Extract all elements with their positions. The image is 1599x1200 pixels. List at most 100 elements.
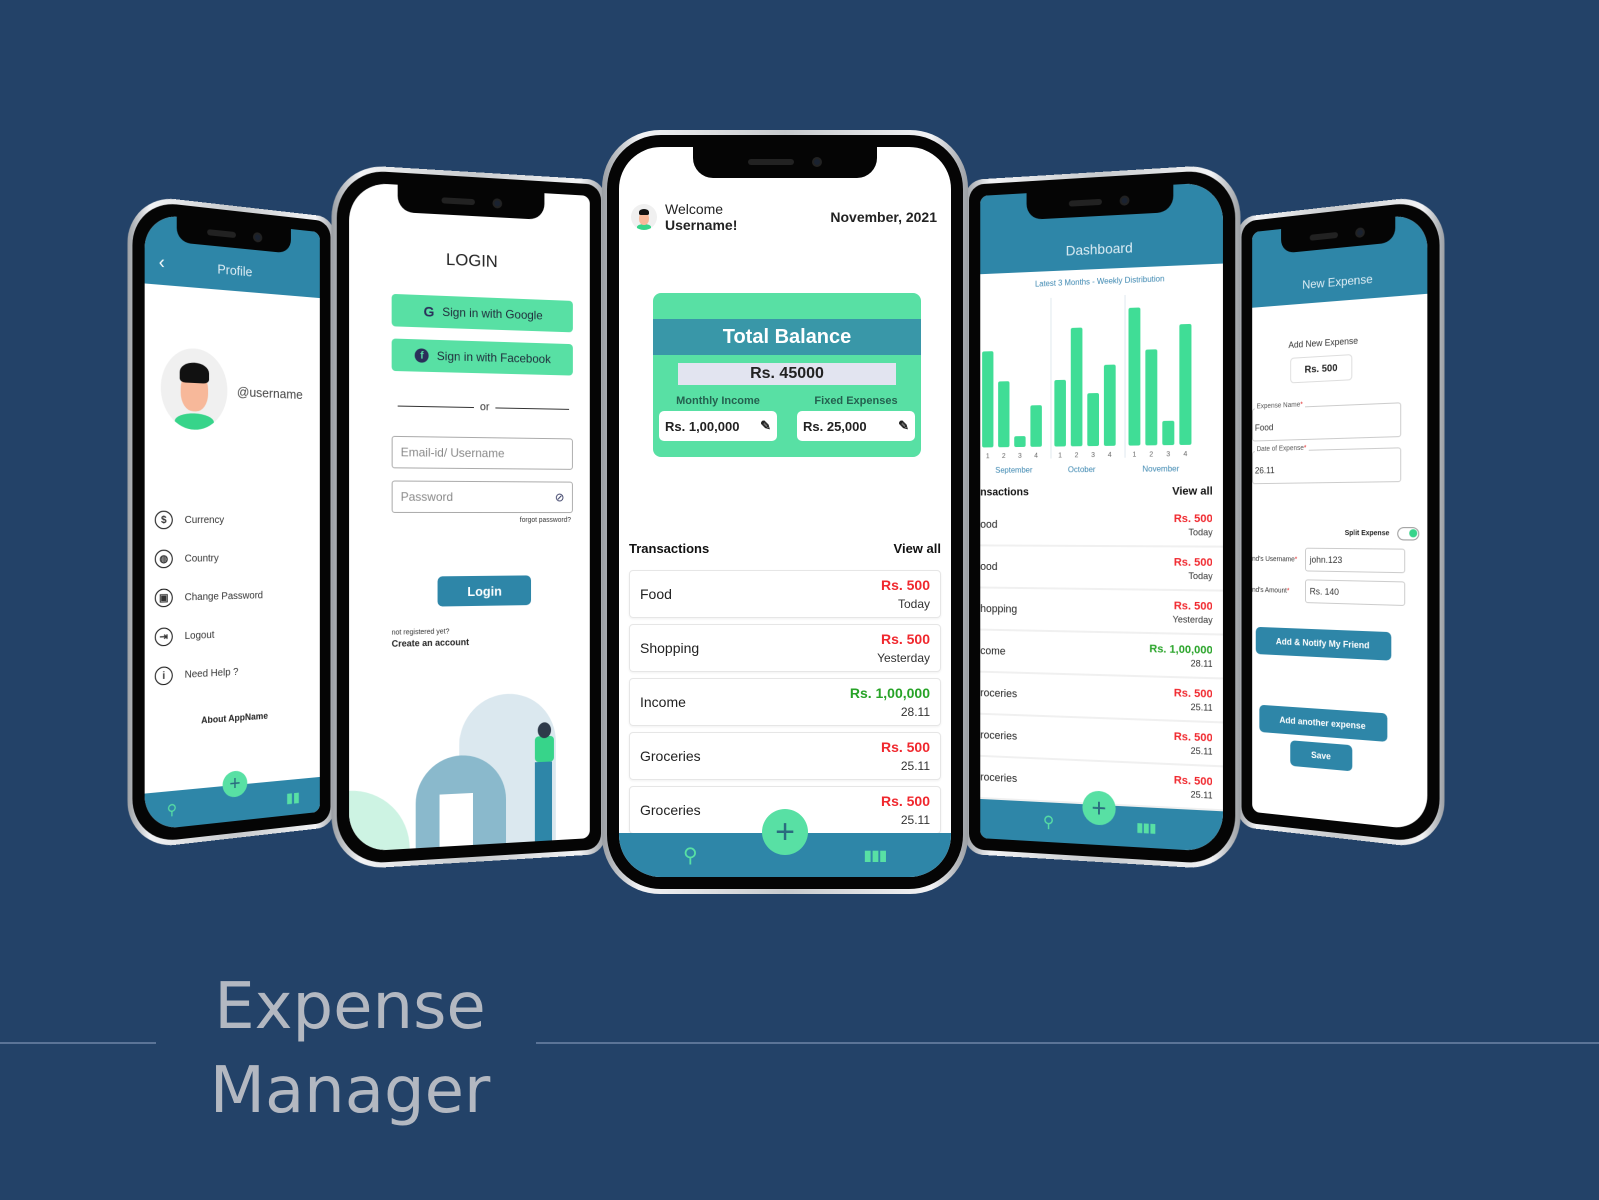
chart-bar[interactable]: [982, 351, 994, 448]
transactions-heading: Transactions: [629, 541, 710, 556]
monthly-income-label: Monthly Income: [676, 395, 760, 407]
transactions-list: ood Rs. 500 Today ood Rs. 500 Today hopping Rs.…: [980, 503, 1223, 812]
transaction-name: Groceries: [640, 748, 701, 764]
eye-off-icon[interactable]: ⊘: [555, 490, 565, 504]
transaction-row[interactable]: ood Rs. 500 Today: [980, 503, 1223, 548]
profile-menu-label: Currency: [184, 514, 225, 526]
edit-pencil-icon[interactable]: ✎: [760, 418, 771, 434]
split-expense-toggle[interactable]: [1397, 527, 1420, 541]
friend-username-input[interactable]: john.123: [1305, 547, 1406, 574]
chart-bar[interactable]: [1145, 349, 1158, 446]
transaction-row[interactable]: Groceries Rs. 500 25.11: [629, 732, 941, 780]
profile-menu-item[interactable]: $ Currency: [145, 500, 320, 539]
fixed-expenses-field[interactable]: Rs. 25,000 ✎: [797, 411, 915, 441]
current-month: November, 2021: [830, 209, 937, 225]
phone-dashboard-screen: Dashboard Latest 3 Months - Weekly Distr…: [964, 163, 1241, 871]
transaction-date: Today: [897, 597, 930, 611]
login-illustration: [349, 681, 590, 853]
balance-card: Total Balance Rs. 45000 Monthly Income R…: [653, 293, 921, 457]
avatar[interactable]: [160, 346, 228, 431]
welcome-username: Username!: [665, 217, 738, 233]
about-link[interactable]: About AppName: [145, 707, 320, 729]
chart-bar[interactable]: [1087, 392, 1099, 447]
amount-input[interactable]: Rs. 500: [1290, 354, 1353, 384]
add-notify-friend-button[interactable]: Add & Notify My Friend: [1255, 626, 1392, 661]
transaction-amount: Rs. 500: [1173, 599, 1213, 613]
login-button[interactable]: Login: [437, 575, 532, 607]
chart-bar[interactable]: [1014, 435, 1026, 448]
email-input[interactable]: Email-id/ Username: [391, 435, 573, 470]
stats-nav-icon[interactable]: ▮▮: [286, 788, 300, 806]
forgot-password-link[interactable]: forgot password?: [349, 517, 571, 524]
profile-menu: $ Currency ◍ Country ▣ Change Password ⇥ Logout…: [145, 500, 320, 696]
welcome-text: Welcome: [665, 201, 724, 217]
profile-menu-item[interactable]: ◍ Country: [145, 538, 320, 578]
transaction-date: 25.11: [900, 813, 930, 827]
chart-bar[interactable]: [1179, 323, 1192, 445]
friend-amount-input[interactable]: Rs. 140: [1305, 579, 1406, 607]
transaction-row[interactable]: ood Rs. 500 Today: [980, 546, 1223, 592]
profile-nav-icon[interactable]: ⚲: [167, 800, 177, 818]
create-account-link[interactable]: Create an account: [392, 634, 590, 649]
stats-nav-icon[interactable]: ▮▮▮: [864, 847, 887, 864]
transactions-list: Food Rs. 500 Today Shopping Rs. 500 Yesterday…: [619, 570, 951, 834]
facebook-signin-button[interactable]: f Sign in with Facebook: [391, 338, 573, 376]
user-avatar[interactable]: [631, 204, 657, 230]
transaction-row[interactable]: Food Rs. 500 Today: [629, 570, 941, 618]
transaction-date: Today: [1188, 570, 1213, 581]
expense-date-input[interactable]: Date of Expense* 26.11: [1252, 444, 1402, 485]
transaction-row[interactable]: hopping Rs. 500 Yesterday: [980, 588, 1223, 636]
monthly-income-field[interactable]: Rs. 1,00,000 ✎: [659, 411, 777, 441]
globe-icon: ◍: [154, 549, 173, 569]
add-fab-button[interactable]: +: [762, 809, 808, 855]
transaction-amount: Rs. 1,00,000: [849, 685, 930, 701]
profile-nav-icon[interactable]: ⚲: [1043, 812, 1054, 832]
phone-home-screen: Welcome Username! November, 2021 Total B…: [602, 130, 968, 894]
profile-nav-icon[interactable]: ⚲: [683, 843, 698, 868]
transaction-date: 25.11: [900, 759, 930, 773]
transaction-row[interactable]: Shopping Rs. 500 Yesterday: [629, 624, 941, 672]
notch: [693, 147, 877, 178]
profile-menu-label: Logout: [184, 629, 215, 642]
transaction-name: Income: [640, 694, 686, 710]
chart-bar[interactable]: [1054, 379, 1066, 447]
transaction-name: Food: [640, 586, 672, 602]
chart-week-label: 1: [985, 453, 990, 461]
edit-pencil-icon[interactable]: ✎: [898, 418, 909, 434]
stats-nav-icon[interactable]: ▮▮▮: [1136, 820, 1156, 835]
google-signin-button[interactable]: G Sign in with Google: [391, 293, 573, 333]
chart-bar[interactable]: [1103, 364, 1116, 446]
phone-new-expense-screen: New Expense Add New Expense Rs. 500 Expe…: [1237, 193, 1445, 851]
profile-menu-item[interactable]: i Need Help ?: [145, 649, 320, 697]
password-input[interactable]: Password ⊘: [391, 480, 573, 514]
transaction-name: Groceries: [640, 802, 701, 818]
transaction-row[interactable]: Income Rs. 1,00,000 28.11: [629, 678, 941, 726]
title-line-1: Expense: [214, 970, 486, 1044]
chart-week-label: 2: [1001, 453, 1006, 460]
transaction-name: Shopping: [640, 640, 700, 656]
chart-bar[interactable]: [1162, 420, 1175, 446]
profile-title: Profile: [217, 261, 253, 280]
view-all-link[interactable]: View all: [894, 541, 941, 556]
chart-bar[interactable]: [1070, 327, 1083, 447]
chart-week-label: 3: [1166, 451, 1171, 459]
logout-icon: ⇥: [154, 627, 173, 647]
transaction-name: ood: [980, 518, 998, 531]
back-icon[interactable]: ‹: [159, 252, 165, 274]
profile-menu-item[interactable]: ▣ Change Password: [145, 575, 320, 618]
transaction-row[interactable]: come Rs. 1,00,000 28.11: [980, 630, 1223, 680]
transaction-date: 28.11: [900, 705, 930, 719]
save-button[interactable]: Save: [1290, 740, 1353, 772]
chart-bar[interactable]: [1030, 405, 1042, 447]
transaction-date: 25.11: [1190, 745, 1213, 757]
lock-icon: ▣: [154, 588, 173, 608]
chart-bar[interactable]: [1128, 307, 1141, 446]
expense-name-input[interactable]: Expense Name* Food: [1252, 401, 1402, 442]
transactions-heading: nsactions: [980, 486, 1029, 499]
chart-month-label: October: [1067, 465, 1096, 475]
chart-week-label: 3: [1018, 452, 1022, 460]
new-expense-title: New Expense: [1302, 271, 1373, 292]
view-all-link[interactable]: View all: [1172, 485, 1213, 497]
add-another-expense-button[interactable]: Add another expense: [1259, 704, 1388, 742]
chart-bar[interactable]: [998, 381, 1010, 448]
